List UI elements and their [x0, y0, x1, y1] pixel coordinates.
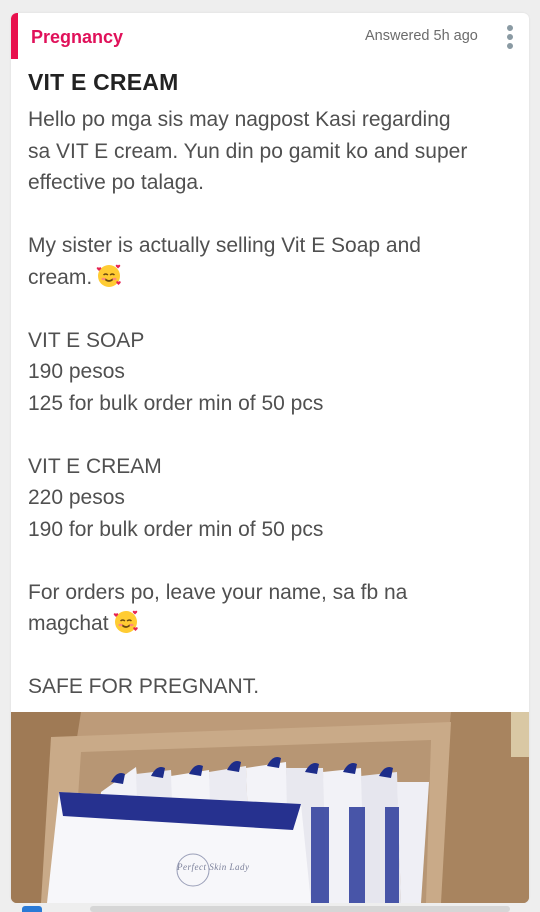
body-line: sa VIT E cream. Yun din po gamit ko and …	[28, 139, 468, 163]
body-line: VIT E CREAM	[28, 454, 162, 478]
body-line: 190 pesos	[28, 360, 125, 383]
photo-brand-text: Perfect Skin Lady	[177, 862, 250, 872]
body-line: 220 pesos	[28, 486, 125, 509]
body-line: Hello po mga sis may nagpost Kasi regard…	[28, 108, 451, 131]
smiling-face-with-hearts-icon	[96, 264, 121, 287]
body-line: effective po talaga.	[28, 171, 204, 194]
post-body: Hello po mga sis may nagpost Kasi regard…	[28, 104, 518, 703]
body-line: 190 for bulk order min of 50 pcs	[28, 517, 324, 541]
body-line: 125 for bulk order min of 50 pcs	[28, 391, 324, 415]
body-line: SAFE FOR PREGNANT.	[28, 675, 260, 698]
kebab-menu-icon[interactable]	[502, 23, 518, 51]
post-title: VIT E CREAM	[28, 69, 179, 95]
body-line-with-emoji: magchat	[28, 608, 518, 640]
body-line: VIT E SOAP	[28, 328, 145, 352]
post-card[interactable]: Pregnancy Answered 5h ago VIT E CREAM He…	[11, 13, 529, 903]
category-accent-bar	[11, 13, 18, 59]
body-line-with-emoji: cream.	[28, 262, 518, 294]
post-photo[interactable]: Perfect Skin Lady	[11, 712, 529, 903]
footer-avatar-edge	[22, 906, 42, 912]
product-box-photo	[11, 712, 529, 903]
body-line: For orders po, leave your name, sa fb na	[28, 580, 408, 604]
reply-input-edge[interactable]	[90, 906, 510, 912]
answered-timestamp: Answered 5h ago	[365, 28, 478, 44]
body-line: My sister is actually selling Vit E Soap…	[28, 234, 421, 257]
category-label[interactable]: Pregnancy	[31, 27, 123, 48]
smiling-face-with-hearts-icon	[113, 610, 138, 633]
